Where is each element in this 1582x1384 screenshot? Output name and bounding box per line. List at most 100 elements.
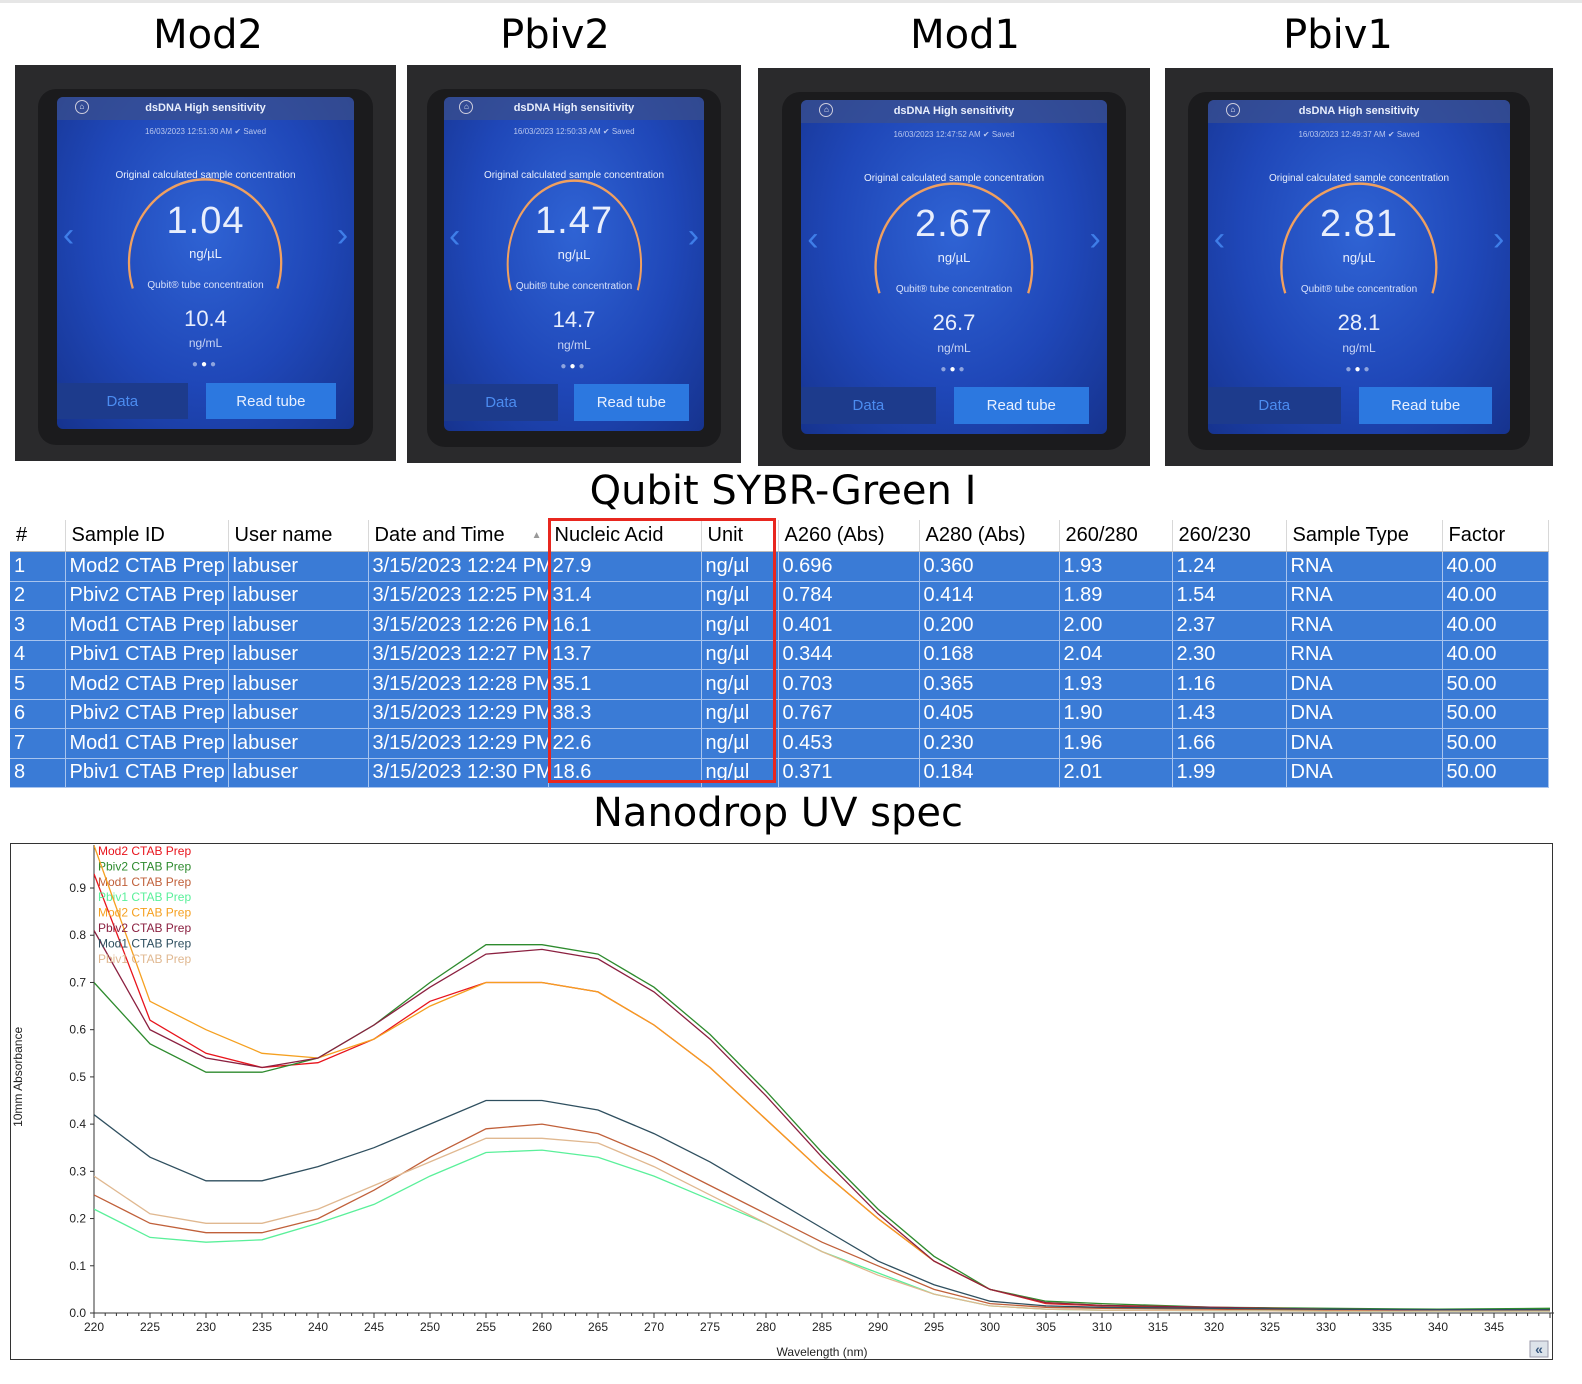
read-tube-button[interactable]: Read tube xyxy=(574,384,689,422)
table-cell: ng/µl xyxy=(701,758,779,788)
check-icon: ✔ xyxy=(982,129,990,139)
table-cell: 2.37 xyxy=(1172,610,1287,641)
x-tick-label: 280 xyxy=(756,1320,776,1334)
data-button[interactable]: Data xyxy=(56,382,188,420)
table-cell: 3/15/2023 12:25 PM xyxy=(368,581,549,611)
home-icon[interactable]: ⌂ xyxy=(74,99,89,114)
table-cell: 0.371 xyxy=(778,758,920,788)
timestamp-text: 16/03/2023 12:49:37 AM xyxy=(1298,129,1386,139)
read-tube-button[interactable]: Read tube xyxy=(1359,387,1493,425)
x-tick-label: 325 xyxy=(1260,1320,1280,1334)
column-header[interactable]: Unit xyxy=(701,520,779,552)
chevron-left-icon[interactable]: ‹ xyxy=(63,216,74,255)
table-cell: 3/15/2023 12:26 PM xyxy=(368,610,549,641)
chevron-right-icon[interactable]: › xyxy=(1089,220,1100,259)
table-row[interactable]: 4 Pbiv1 CTAB Prep labuser 3/15/2023 12:27 P… xyxy=(10,640,1549,670)
tube-concentration-label: Qubit® tube concentration xyxy=(1300,283,1418,295)
column-header-label: Unit xyxy=(707,524,744,546)
table-cell: ng/µl xyxy=(701,640,779,670)
read-tube-button[interactable]: Read tube xyxy=(954,387,1089,425)
legend-entry: Mod1 CTAB Prep xyxy=(98,875,191,889)
column-header[interactable]: Sample Type xyxy=(1286,520,1443,552)
table-cell: 1.96 xyxy=(1059,728,1173,759)
column-header[interactable]: Sample ID xyxy=(65,520,229,552)
chart-frame xyxy=(10,843,1553,1360)
check-icon: ✔ xyxy=(602,126,610,136)
qubit-screen: ⌂ dsDNA High sensitivity 16/03/2023 12:50… xyxy=(443,96,705,432)
chevron-right-icon[interactable]: › xyxy=(337,216,348,255)
x-tick-label: 300 xyxy=(980,1320,1000,1334)
table-cell: 1.24 xyxy=(1172,551,1287,582)
collapse-button[interactable]: « xyxy=(1529,1340,1549,1358)
table-cell: 4 xyxy=(10,640,66,670)
table-cell: 40.00 xyxy=(1442,551,1549,582)
y-tick-label: 0.7 xyxy=(69,975,86,989)
table-row[interactable]: 3 Mod1 CTAB Prep labuser 3/15/2023 12:26 PM… xyxy=(10,610,1549,641)
tube-concentration-value: 28.1 xyxy=(1337,310,1381,336)
page-dots: ●●● xyxy=(1345,363,1373,375)
column-header[interactable]: User name xyxy=(228,520,369,552)
sample-concentration-value: 1.47 xyxy=(535,200,613,243)
table-cell: Pbiv1 CTAB Prep xyxy=(65,758,229,788)
qubit-screen: ⌂ dsDNA High sensitivity 16/03/2023 12:49… xyxy=(1207,99,1511,435)
home-icon[interactable]: ⌂ xyxy=(819,102,834,117)
table-row[interactable]: 8 Pbiv1 CTAB Prep labuser 3/15/2023 12:30 P… xyxy=(10,758,1549,788)
table-cell: ng/µl xyxy=(701,610,779,641)
column-header[interactable]: 260/230 xyxy=(1172,520,1287,552)
chevron-left-icon[interactable]: ‹ xyxy=(807,220,818,259)
x-tick-label: 340 xyxy=(1428,1320,1448,1334)
legend-entry: Pbiv2 CTAB Prep xyxy=(98,921,191,935)
chevron-right-icon[interactable]: › xyxy=(688,217,699,256)
y-tick-label: 0.2 xyxy=(69,1212,86,1226)
column-header[interactable]: 260/280 xyxy=(1059,520,1173,552)
chevron-left-icon[interactable]: ‹ xyxy=(1214,220,1225,259)
qubit-screen: ⌂ dsDNA High sensitivity 16/03/2023 12:51… xyxy=(56,96,355,430)
table-header-row: # Sample ID User name Date and Time ▲ Nucleic… xyxy=(10,520,1549,552)
qubit-device-photo: ⌂ dsDNA High sensitivity 16/03/2023 12:47… xyxy=(758,68,1150,466)
table-row[interactable]: 6 Pbiv2 CTAB Prep labuser 3/15/2023 12:29 P… xyxy=(10,699,1549,729)
column-header[interactable]: Factor xyxy=(1442,520,1549,552)
check-icon: ✔ xyxy=(1387,129,1395,139)
tube-concentration-value: 14.7 xyxy=(552,307,596,333)
chevron-left-icon[interactable]: ‹ xyxy=(449,217,460,256)
data-button[interactable]: Data xyxy=(801,387,936,425)
read-tube-button[interactable]: Read tube xyxy=(205,382,337,420)
table-cell: 1.16 xyxy=(1172,669,1287,700)
home-icon[interactable]: ⌂ xyxy=(1225,102,1240,117)
column-header[interactable]: A280 (Abs) xyxy=(919,520,1060,552)
table-row[interactable]: 2 Pbiv2 CTAB Prep labuser 3/15/2023 12:25 P… xyxy=(10,581,1549,611)
saved-label: Saved xyxy=(243,126,267,136)
x-tick-label: 245 xyxy=(364,1320,384,1334)
home-icon[interactable]: ⌂ xyxy=(459,99,474,114)
photo-title: Mod1 xyxy=(910,12,1020,58)
assay-name: dsDNA High sensitivity xyxy=(1298,104,1420,117)
column-header[interactable]: Nucleic Acid xyxy=(548,520,702,552)
table-row[interactable]: 1 Mod2 CTAB Prep labuser 3/15/2023 12:24 PM… xyxy=(10,551,1549,582)
x-tick-label: 290 xyxy=(868,1320,888,1334)
table-cell: labuser xyxy=(228,699,369,729)
timestamp: 16/03/2023 12:49:37 AM ✔ Saved xyxy=(1208,130,1511,139)
table-cell: Pbiv1 CTAB Prep xyxy=(65,640,229,670)
table-cell: 1.93 xyxy=(1059,551,1173,582)
table-row[interactable]: 5 Mod2 CTAB Prep labuser 3/15/2023 12:28 PM… xyxy=(10,669,1549,700)
column-header[interactable]: A260 (Abs) xyxy=(778,520,920,552)
table-row[interactable]: 7 Mod1 CTAB Prep labuser 3/15/2023 12:29 PM… xyxy=(10,728,1549,759)
page-dots: ●●● xyxy=(191,359,220,371)
x-tick-label: 235 xyxy=(252,1320,272,1334)
qubit-screen: ⌂ dsDNA High sensitivity 16/03/2023 12:47… xyxy=(801,99,1107,435)
table-cell: 50.00 xyxy=(1442,699,1549,729)
table-cell: 1.90 xyxy=(1059,699,1173,729)
column-header[interactable]: # xyxy=(10,520,66,552)
y-tick-label: 0.9 xyxy=(69,881,86,895)
table-cell: DNA xyxy=(1286,728,1443,759)
column-header[interactable]: Date and Time ▲ xyxy=(368,520,549,552)
qubit-device-photo: ⌂ dsDNA High sensitivity 16/03/2023 12:49… xyxy=(1165,68,1553,466)
table-cell: 0.344 xyxy=(778,640,920,670)
timestamp: 16/03/2023 12:50:33 AM ✔ Saved xyxy=(444,127,705,136)
data-button[interactable]: Data xyxy=(443,384,559,422)
original-concentration-label: Original calculated sample concentration xyxy=(115,169,296,181)
data-button[interactable]: Data xyxy=(1207,387,1341,425)
screen-header: ⌂ dsDNA High sensitivity xyxy=(56,96,355,120)
chevron-right-icon[interactable]: › xyxy=(1493,220,1504,259)
tube-concentration-label: Qubit® tube concentration xyxy=(147,279,264,291)
